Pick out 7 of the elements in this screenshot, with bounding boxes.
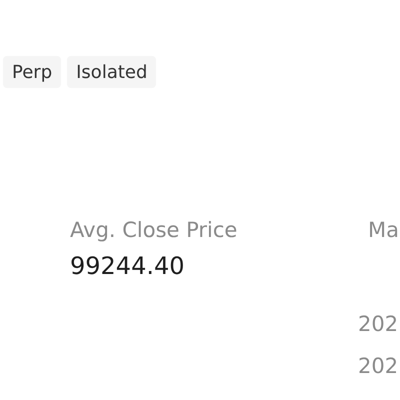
field-value: 99244.40 xyxy=(70,251,186,282)
field-label: Avg. Close Price xyxy=(70,217,238,244)
field-label: Ma xyxy=(368,217,400,244)
tag: Isolated xyxy=(67,56,156,88)
tag: Perp xyxy=(3,56,62,88)
table-cell-text: 202 xyxy=(358,311,400,338)
table-cell-text: 202 xyxy=(358,353,400,380)
